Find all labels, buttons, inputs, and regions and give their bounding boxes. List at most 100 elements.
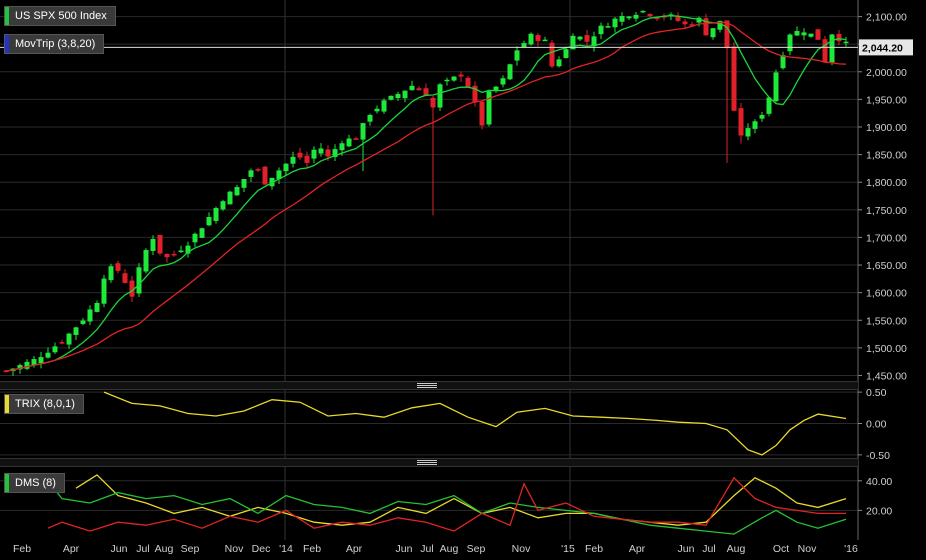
x-tick-label: Feb [303, 543, 321, 555]
candle-body [80, 320, 86, 324]
candle-body [59, 342, 65, 344]
x-tick-label: Sep [181, 543, 200, 555]
candle-body [262, 166, 268, 185]
candle-body [584, 35, 590, 42]
candle-body [164, 253, 170, 258]
x-tick-label: Aug [727, 543, 746, 555]
x-tick-label: Sep [467, 543, 486, 555]
candle-body [150, 239, 156, 251]
trix-legend-swatch [5, 395, 9, 413]
price-tick-label: 1,550.00 [866, 315, 907, 327]
trix-tick-label: 0.00 [866, 419, 887, 431]
candle-body [598, 25, 604, 35]
price-tick-label: 1,650.00 [866, 260, 907, 272]
candle-body [479, 101, 485, 126]
candle-body [437, 84, 443, 108]
price-tick-label: 1,800.00 [866, 177, 907, 189]
splitter-grip-icon[interactable] [417, 460, 437, 465]
price-tick-label: 1,500.00 [866, 343, 907, 355]
price-tick-label: 1,600.00 [866, 288, 907, 300]
x-tick-label: Apr [629, 543, 646, 555]
candle-body [290, 156, 296, 164]
candle-body [304, 155, 310, 163]
candle-body [633, 14, 639, 19]
candle-body [94, 302, 100, 312]
x-tick-label: '14 [279, 543, 293, 555]
candle-body [206, 216, 212, 226]
candle-body [87, 309, 93, 322]
x-tick-label: Jun [111, 543, 128, 555]
candle-body [808, 33, 814, 37]
candle-body [640, 10, 646, 13]
candle-body [612, 18, 618, 28]
candle-body [38, 357, 44, 364]
candle-body [556, 59, 562, 67]
candle-body [724, 20, 730, 49]
candle-body [507, 64, 513, 80]
price-legend-swatch [5, 7, 9, 25]
chart-area: 1,450.00 1,500.00 1,550.00 1,600.00 1,650.00… [0, 0, 913, 555]
candle-body [486, 91, 492, 125]
candle-body [605, 26, 611, 28]
price-tick-label: 1,750.00 [866, 205, 907, 217]
candle-body [66, 333, 72, 345]
dms-legend[interactable]: DMS (8) [4, 473, 65, 493]
x-tick-label: '16 [844, 543, 858, 555]
candle-body [374, 108, 380, 112]
price-panel[interactable] [3, 10, 849, 376]
candle-body [647, 14, 653, 17]
price-tick-label: 1,950.00 [866, 94, 907, 106]
candle-body [402, 90, 408, 99]
price-tick-label: 1,900.00 [866, 122, 907, 134]
price-legend[interactable]: US SPX 500 Index [4, 6, 116, 26]
x-tick-label: Dec [252, 543, 271, 555]
candle-body [241, 179, 247, 188]
candle-body [31, 359, 37, 365]
candle-body [45, 352, 51, 358]
splitter-grip-icon[interactable] [417, 383, 437, 388]
x-tick-label: Feb [585, 543, 603, 555]
candle-body [794, 31, 800, 36]
candle-body [234, 187, 240, 196]
movtrip-legend[interactable]: MovTrip (3,8,20) [4, 34, 105, 54]
candle-body [731, 46, 737, 111]
price-tick-label: 1,700.00 [866, 232, 907, 244]
dms-panel[interactable] [47, 474, 847, 535]
x-tick-label: Apr [346, 543, 363, 555]
candle-body [388, 95, 394, 100]
x-tick-label: Jun [396, 543, 413, 555]
candle-body [619, 16, 625, 22]
candle-body [451, 76, 457, 81]
last-price-label: 2,044.20 [862, 42, 903, 54]
price-trix-splitter[interactable] [0, 381, 858, 390]
trix-legend[interactable]: TRIX (8,0,1) [4, 394, 84, 414]
x-tick-label: Jun [678, 543, 695, 555]
candle-body [220, 201, 226, 210]
candle-body [549, 42, 555, 67]
candle-body [192, 233, 198, 243]
candle-body [199, 228, 205, 238]
candle-body [73, 327, 79, 335]
x-tick-label: Jul [420, 543, 433, 555]
candle-body [675, 16, 681, 21]
candle-body [780, 55, 786, 69]
candle-body [759, 115, 765, 119]
x-axis: Feb Apr Jun Jul Aug Sep Nov Dec '14 Feb Apr Jun Jul A… [13, 543, 858, 555]
price-tick-label: 1,450.00 [866, 370, 907, 382]
candle-body [577, 36, 583, 40]
x-tick-label: Nov [512, 543, 531, 555]
dms-line [47, 476, 846, 532]
candle-body [381, 100, 387, 112]
x-tick-label: Aug [440, 543, 459, 555]
candle-body [535, 35, 541, 42]
price-tick-label: 2,000.00 [866, 67, 907, 79]
candle-body [815, 29, 821, 40]
candle-body [52, 346, 58, 353]
candle-body [444, 79, 450, 82]
ma-fast-line [5, 14, 847, 372]
dms-tick-label: 20.00 [866, 505, 892, 517]
trix-dms-splitter[interactable] [0, 458, 858, 467]
candle-body [752, 121, 758, 129]
candle-body [360, 123, 366, 140]
candle-body [318, 148, 324, 154]
